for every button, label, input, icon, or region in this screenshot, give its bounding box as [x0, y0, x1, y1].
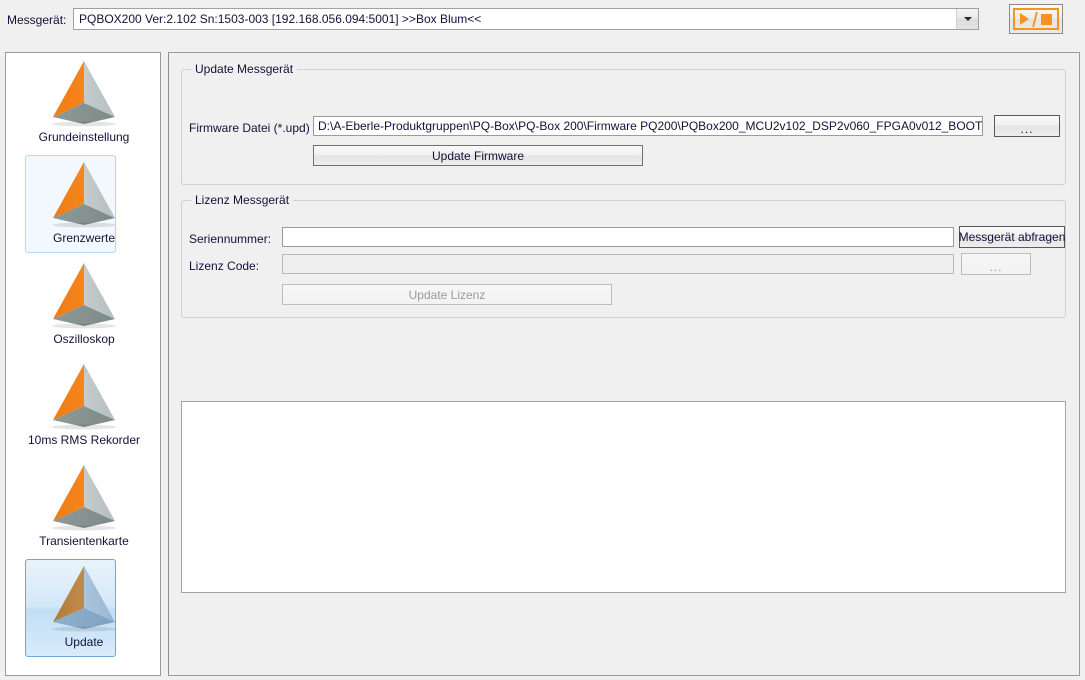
sidebar-item-oszilloskop[interactable]: Oszilloskop [6, 255, 160, 356]
device-label: Messgerät: [7, 13, 67, 27]
pyramid-icon-wrap [43, 259, 125, 331]
sidebar-item-grenzwerte[interactable]: Grenzwerte [6, 154, 160, 255]
pyramid-icon [52, 263, 116, 329]
license-code-label: Lizenz Code: [189, 259, 260, 273]
license-code-input[interactable] [282, 254, 954, 274]
sidebar-item-grundeinstellung[interactable]: Grundeinstellung [6, 53, 160, 154]
chevron-down-icon[interactable] [956, 9, 978, 29]
run-stop-button[interactable] [1009, 4, 1063, 34]
update-device-group-title: Update Messgerät [191, 62, 298, 76]
log-output-area[interactable] [181, 401, 1066, 593]
top-toolbar: Messgerät: PQBOX200 Ver:2.102 Sn:1503-00… [0, 0, 1085, 40]
pyramid-icon [52, 465, 116, 531]
main-content-panel: Update Messgerät Firmware Datei (*.upd) … [168, 52, 1080, 676]
pyramid-icon [52, 566, 116, 632]
navigation-sidebar: Grundeinstellung Grenzwerte Oszilloskop … [5, 52, 161, 676]
firmware-browse-label: ... [1020, 122, 1034, 136]
firmware-browse-button[interactable]: ... [994, 115, 1060, 137]
pyramid-icon-wrap [43, 158, 125, 230]
license-device-group-title: Lizenz Messgerät [191, 193, 294, 207]
device-select[interactable]: PQBOX200 Ver:2.102 Sn:1503-003 [192.168.… [73, 8, 979, 30]
sidebar-item-label: Update [64, 635, 104, 649]
pyramid-icon [52, 364, 116, 430]
sidebar-item-transientenkarte[interactable]: Transientenkarte [6, 457, 160, 558]
update-license-label: Update Lizenz [408, 287, 486, 302]
query-device-label: Messgerät abfragen [958, 230, 1066, 244]
pyramid-icon [52, 162, 116, 228]
license-browse-button[interactable]: ... [961, 253, 1031, 275]
device-select-value: PQBOX200 Ver:2.102 Sn:1503-003 [192.168.… [79, 12, 482, 26]
pyramid-icon-wrap [43, 57, 125, 129]
pyramid-icon-wrap [43, 360, 125, 432]
serial-number-label: Seriennummer: [189, 232, 272, 246]
sidebar-item-label: Grundeinstellung [38, 130, 130, 144]
license-browse-label: ... [989, 260, 1003, 274]
license-device-group: Lizenz Messgerät Seriennummer: Messgerät… [181, 193, 1066, 318]
update-license-button[interactable]: Update Lizenz [282, 284, 612, 305]
sidebar-item-label: Grenzwerte [52, 231, 116, 245]
update-device-group: Update Messgerät Firmware Datei (*.upd) … [181, 62, 1066, 185]
pyramid-icon-wrap [43, 461, 125, 533]
pyramid-icon-wrap [43, 562, 125, 634]
update-firmware-label: Update Firmware [431, 148, 525, 163]
pyramid-icon [52, 61, 116, 127]
serial-number-input[interactable] [282, 227, 954, 247]
sidebar-item-label: Transientenkarte [39, 534, 129, 548]
update-firmware-button[interactable]: Update Firmware [313, 145, 643, 166]
firmware-file-label: Firmware Datei (*.upd) [189, 121, 310, 135]
run-stop-icon [1013, 8, 1059, 30]
sidebar-item-label: Oszilloskop [53, 332, 115, 346]
sidebar-item-update[interactable]: Update [6, 558, 160, 659]
firmware-path-input[interactable]: D:\A-Eberle-Produktgruppen\PQ-Box\PQ-Box… [313, 116, 983, 136]
sidebar-item-10ms-rms-rekorder[interactable]: 10ms RMS Rekorder [6, 356, 160, 457]
sidebar-item-label: 10ms RMS Rekorder [27, 433, 141, 447]
query-device-button[interactable]: Messgerät abfragen [959, 226, 1065, 248]
